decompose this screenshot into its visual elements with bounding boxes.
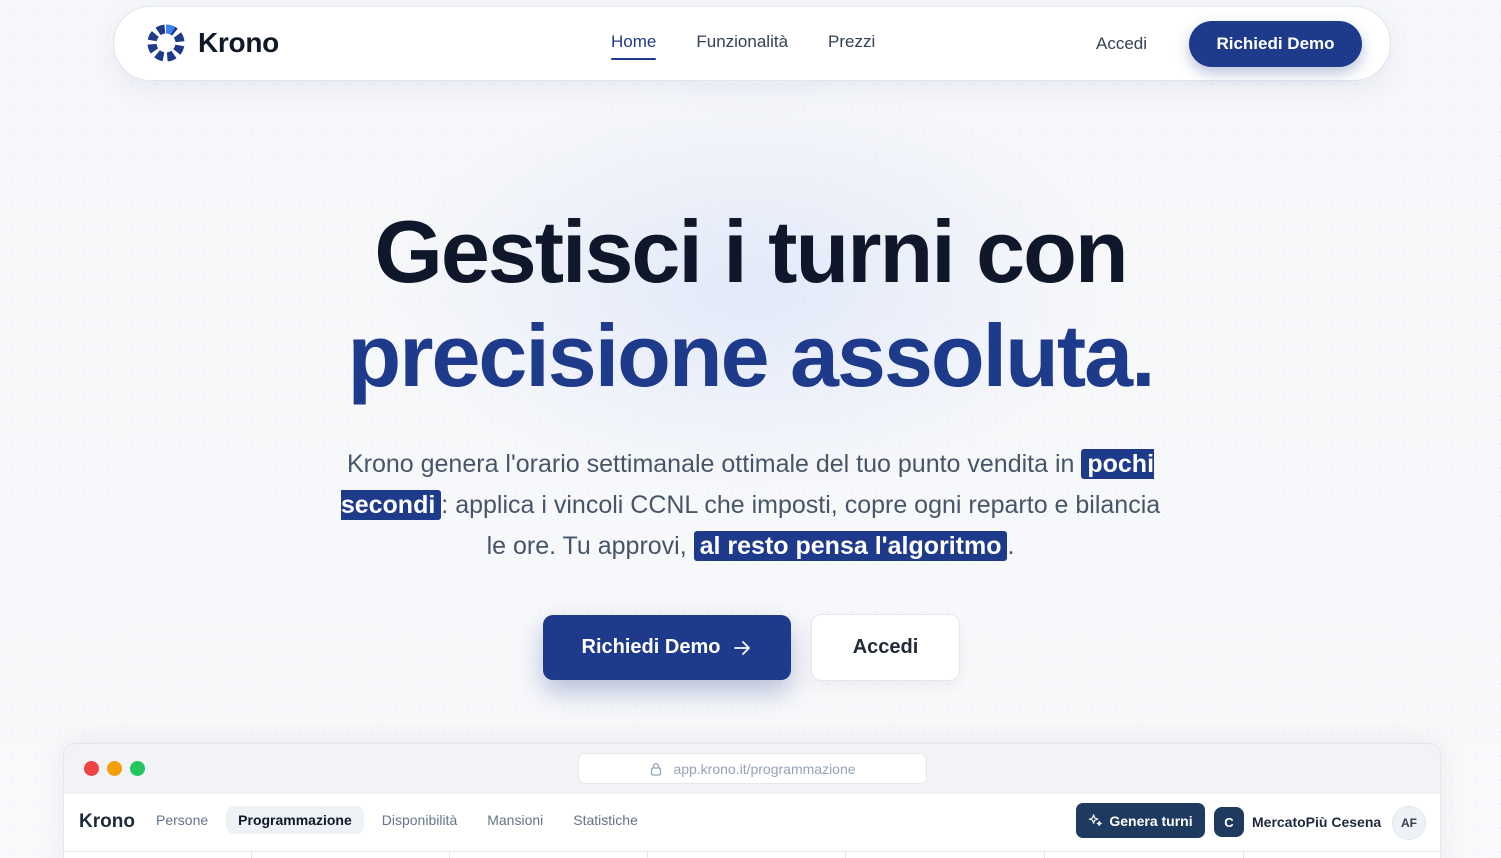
nav-demo-button[interactable]: Richiedi Demo bbox=[1189, 21, 1362, 67]
tab-statistiche[interactable]: Statistiche bbox=[561, 806, 650, 834]
hero-demo-label: Richiedi Demo bbox=[581, 636, 721, 658]
hero-title: Gestisci i turni con precisione assoluta… bbox=[0, 200, 1501, 408]
app-toolbar: Krono Persone Programmazione Disponibili… bbox=[64, 793, 1440, 851]
app-brand: Krono bbox=[79, 811, 135, 832]
hero-title-line2: precisione assoluta. bbox=[347, 306, 1155, 405]
nav-link-prezzi[interactable]: Prezzi bbox=[828, 32, 875, 58]
store-name: MercatoPiù Cesena bbox=[1252, 814, 1382, 830]
background-grid bbox=[0, 0, 1501, 858]
hero-login-button[interactable]: Accedi bbox=[811, 614, 960, 681]
avatar[interactable]: AF bbox=[1392, 806, 1426, 840]
hero-subtitle: Krono genera l'orario settimanale ottima… bbox=[330, 444, 1171, 567]
nav-login-link[interactable]: Accedi bbox=[1096, 34, 1147, 54]
schedule-grid-header bbox=[64, 851, 1440, 858]
maximize-dot bbox=[130, 761, 145, 776]
minimize-dot bbox=[107, 761, 122, 776]
sparkles-icon bbox=[1089, 814, 1103, 827]
store-selector[interactable]: C MercatoPiù Cesena bbox=[1214, 807, 1381, 837]
generate-shifts-button[interactable]: Genera turni bbox=[1076, 803, 1205, 838]
highlight-algoritmo: al resto pensa l'algoritmo bbox=[693, 531, 1008, 561]
window-controls bbox=[84, 761, 145, 776]
brand[interactable]: Krono bbox=[146, 23, 279, 63]
grid-divider bbox=[845, 852, 846, 858]
tab-programmazione[interactable]: Programmazione bbox=[226, 806, 364, 834]
url-text: app.krono.it/programmazione bbox=[673, 760, 856, 777]
brand-name: Krono bbox=[198, 27, 279, 58]
app-preview-window: app.krono.it/programmazione Krono Person… bbox=[63, 743, 1441, 858]
app-tabs: Persone Programmazione Disponibilità Man… bbox=[144, 806, 656, 834]
grid-divider bbox=[1243, 852, 1244, 858]
close-dot bbox=[84, 761, 99, 776]
grid-divider bbox=[1044, 852, 1045, 858]
url-bar: app.krono.it/programmazione bbox=[578, 753, 927, 784]
grid-divider bbox=[449, 852, 450, 858]
nav-link-home[interactable]: Home bbox=[611, 32, 657, 60]
grid-divider bbox=[647, 852, 648, 858]
generate-shifts-label: Genera turni bbox=[1109, 812, 1193, 829]
hero-subtitle-part1: Krono genera l'orario settimanale ottima… bbox=[346, 450, 1082, 478]
krono-logo-icon bbox=[147, 24, 185, 62]
navbar: Krono Home Funzionalità Prezzi Accedi Ri… bbox=[113, 6, 1391, 81]
tab-disponibilita[interactable]: Disponibilità bbox=[370, 806, 469, 834]
arrow-right-icon bbox=[734, 640, 751, 655]
grid-divider bbox=[251, 852, 252, 858]
nav-links: Home Funzionalità Prezzi bbox=[611, 32, 875, 60]
nav-link-funzionalita[interactable]: Funzionalità bbox=[696, 32, 788, 58]
hero-subtitle-part3: . bbox=[1007, 532, 1015, 560]
tab-persone[interactable]: Persone bbox=[144, 806, 220, 834]
hero-demo-button[interactable]: Richiedi Demo bbox=[543, 615, 791, 680]
hero-title-line1: Gestisci i turni con bbox=[374, 202, 1128, 301]
lock-icon bbox=[651, 762, 662, 776]
tab-mansioni[interactable]: Mansioni bbox=[475, 806, 555, 834]
store-badge: C bbox=[1214, 807, 1244, 837]
